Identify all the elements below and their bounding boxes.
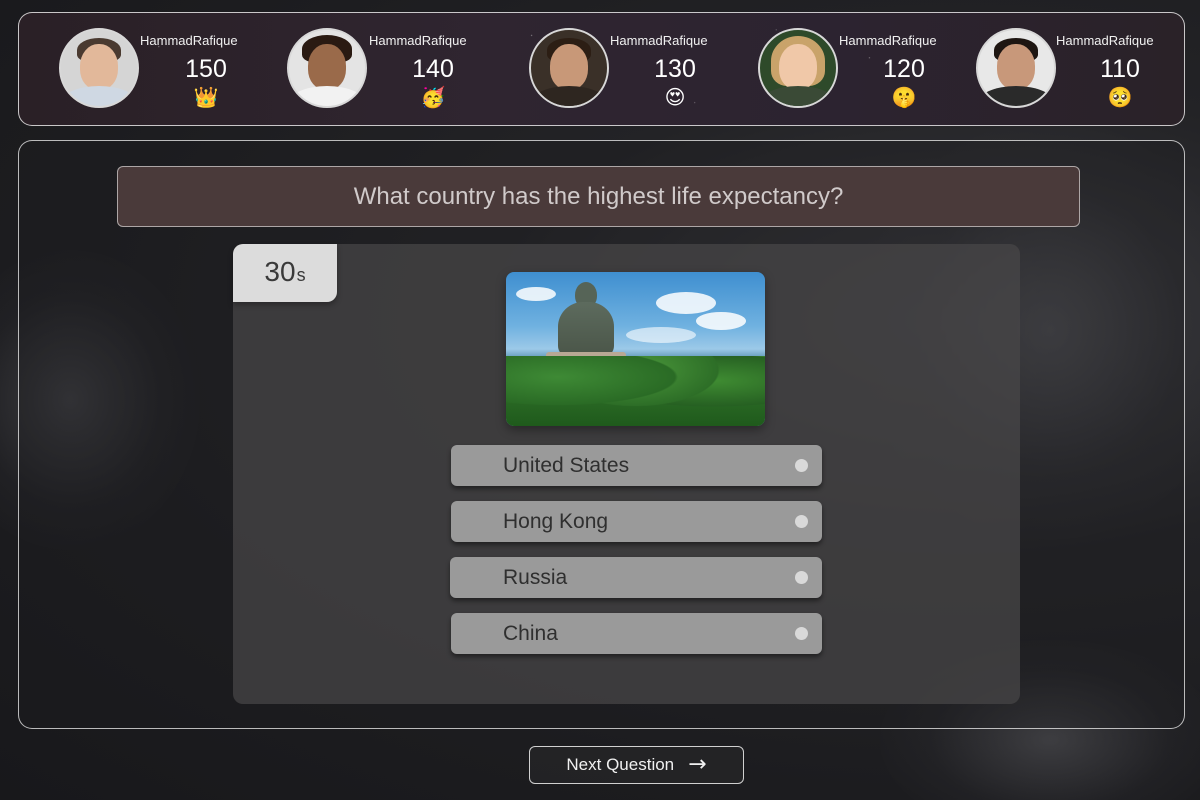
option-label: Hong Kong <box>503 510 609 533</box>
avatar[interactable] <box>287 28 367 108</box>
timer-value: 30 <box>264 256 296 287</box>
next-question-label: Next Question <box>566 755 675 774</box>
answer-option[interactable]: Russia <box>450 557 822 598</box>
leaderboard-player: HammadRafique 130 😍 <box>529 13 749 125</box>
option-label: China <box>503 622 558 645</box>
answer-option[interactable]: United States <box>451 445 822 486</box>
shushing-face-icon: 🤫 <box>891 85 917 109</box>
leaderboard-player: HammadRafique 120 🤫 <box>758 13 978 125</box>
leaderboard-player: HammadRafique 110 🥺 <box>976 13 1184 125</box>
radio-button[interactable] <box>795 627 808 640</box>
statue-body <box>558 302 614 357</box>
player-score: 130 <box>654 55 696 83</box>
next-question-button[interactable]: Next Question → <box>529 746 744 784</box>
countdown-timer: 30 s <box>233 244 337 302</box>
answer-option[interactable]: Hong Kong <box>451 501 822 542</box>
player-name: HammadRafique <box>369 33 467 48</box>
leaderboard-player: HammadRafique 140 🥳 <box>287 13 507 125</box>
avatar[interactable] <box>529 28 609 108</box>
player-name: HammadRafique <box>839 33 937 48</box>
question-text: What country has the highest life expect… <box>353 182 844 210</box>
player-score: 110 <box>1100 55 1140 83</box>
leaderboard: HammadRafique 150 👑 HammadRafique 140 🥳 … <box>18 12 1185 126</box>
player-name: HammadRafique <box>140 33 238 48</box>
avatar[interactable] <box>758 28 838 108</box>
option-label: United States <box>503 454 630 477</box>
player-score: 120 <box>883 55 925 83</box>
avatar[interactable] <box>976 28 1056 108</box>
player-name: HammadRafique <box>1056 33 1154 48</box>
trees <box>506 356 765 426</box>
question-bar: What country has the highest life expect… <box>117 166 1080 227</box>
heart-eyes-icon: 😍 <box>664 85 686 109</box>
pleading-face-icon: 🥺 <box>1107 85 1133 109</box>
answer-option[interactable]: China <box>451 613 822 654</box>
timer-unit: s <box>296 265 306 285</box>
party-face-icon: 🥳 <box>420 85 446 109</box>
radio-button[interactable] <box>795 515 808 528</box>
option-label: Russia <box>503 566 568 589</box>
radio-button[interactable] <box>795 459 808 472</box>
crown-icon: 👑 <box>193 85 219 109</box>
avatar[interactable] <box>59 28 139 108</box>
player-score: 150 <box>185 55 227 83</box>
player-score: 140 <box>412 55 454 83</box>
player-name: HammadRafique <box>610 33 708 48</box>
radio-button[interactable] <box>795 571 808 584</box>
arrow-right-icon: → <box>688 751 707 777</box>
question-image <box>506 272 765 426</box>
leaderboard-player: HammadRafique 150 👑 <box>59 13 279 125</box>
